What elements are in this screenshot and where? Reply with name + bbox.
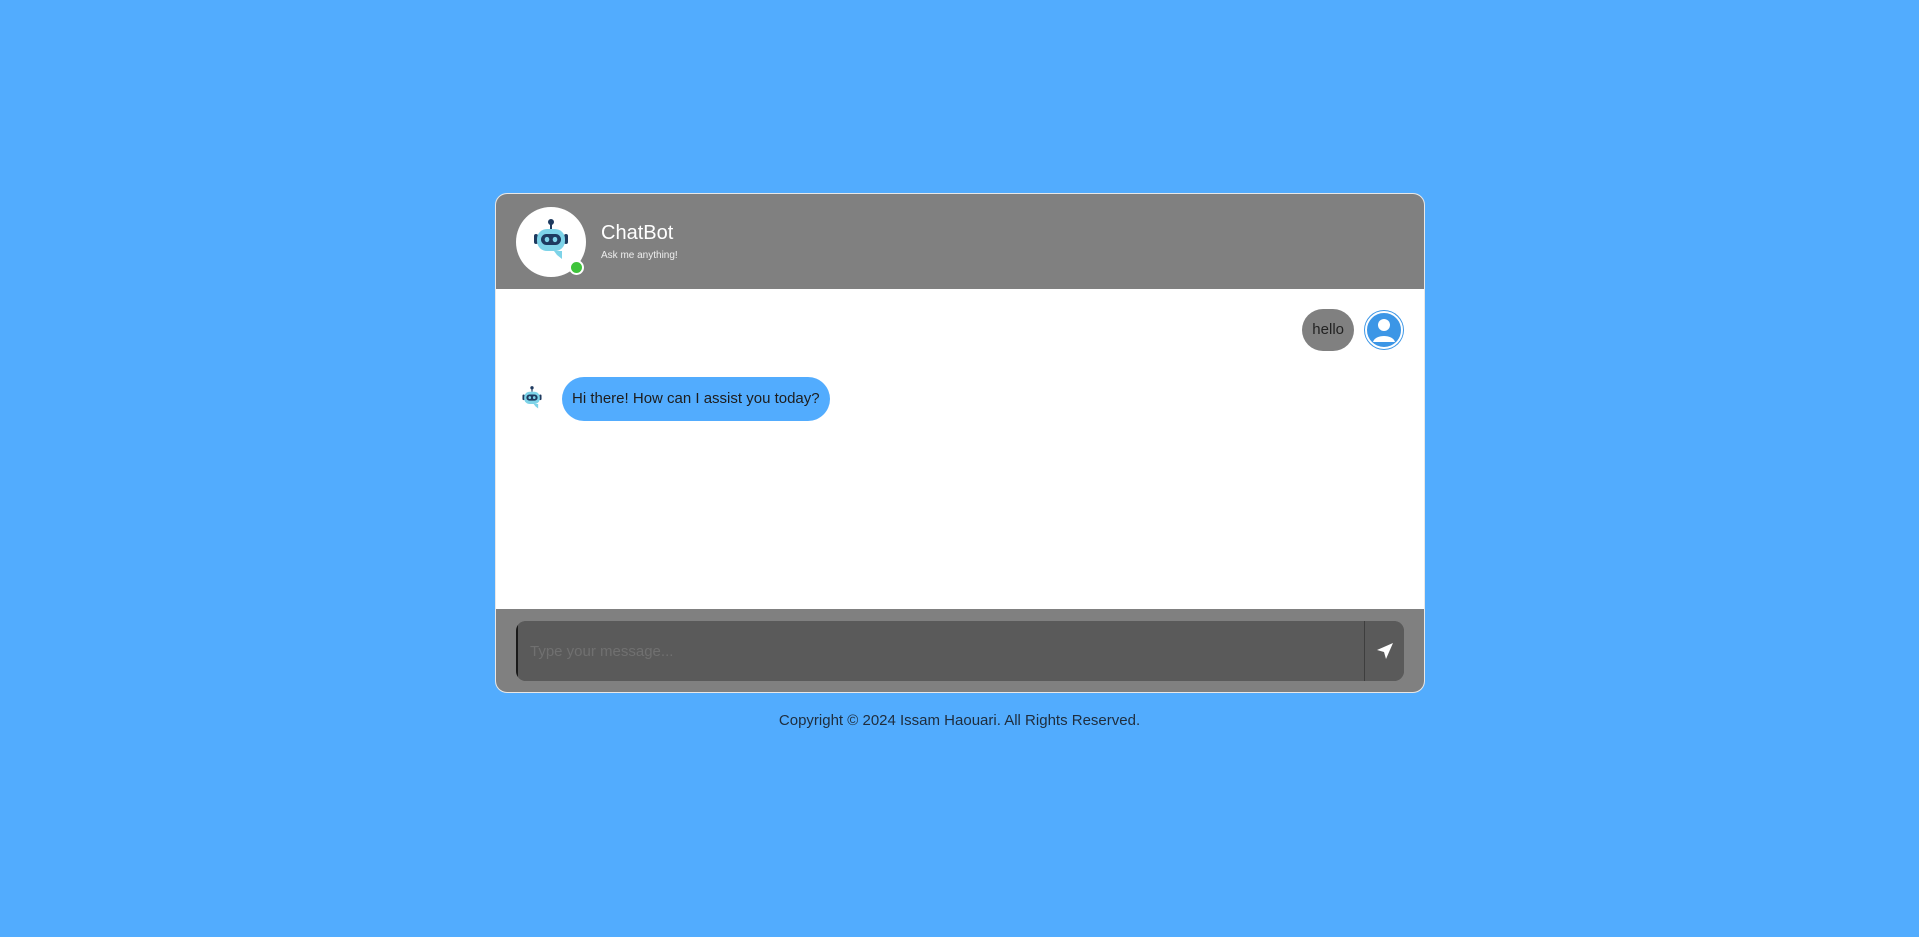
- user-icon: [1365, 311, 1403, 349]
- header-title: ChatBot: [601, 221, 674, 244]
- bot-message: Hi there! How can I assist you today?: [516, 377, 830, 421]
- copyright-text: Copyright © 2024 Issam Haouari. All Righ…: [778, 712, 1141, 729]
- header-text: ChatBot Ask me anything!: [601, 221, 678, 263]
- bot-message-avatar: [516, 383, 548, 415]
- header-subtitle: Ask me anything!: [601, 249, 678, 261]
- chat-footer: [496, 609, 1424, 692]
- user-message-bubble: hello: [1302, 309, 1354, 351]
- robot-icon: [522, 386, 542, 409]
- message-input[interactable]: [516, 621, 1364, 681]
- bot-message-bubble: Hi there! How can I assist you today?: [562, 377, 830, 421]
- robot-icon: [534, 218, 568, 259]
- online-status-dot: [569, 259, 584, 275]
- chat-header: ChatBot Ask me anything!: [496, 194, 1424, 289]
- send-icon: [1376, 643, 1393, 659]
- bot-avatar: [516, 206, 586, 277]
- chat-messages[interactable]: hello Hi there! How can I assist you tod…: [496, 289, 1424, 609]
- chat-window: ChatBot Ask me anything! hello Hi there!…: [495, 193, 1425, 693]
- user-avatar: [1364, 310, 1404, 350]
- user-message: hello: [1302, 309, 1404, 351]
- message-input-group: [516, 621, 1404, 681]
- send-button[interactable]: [1364, 621, 1404, 681]
